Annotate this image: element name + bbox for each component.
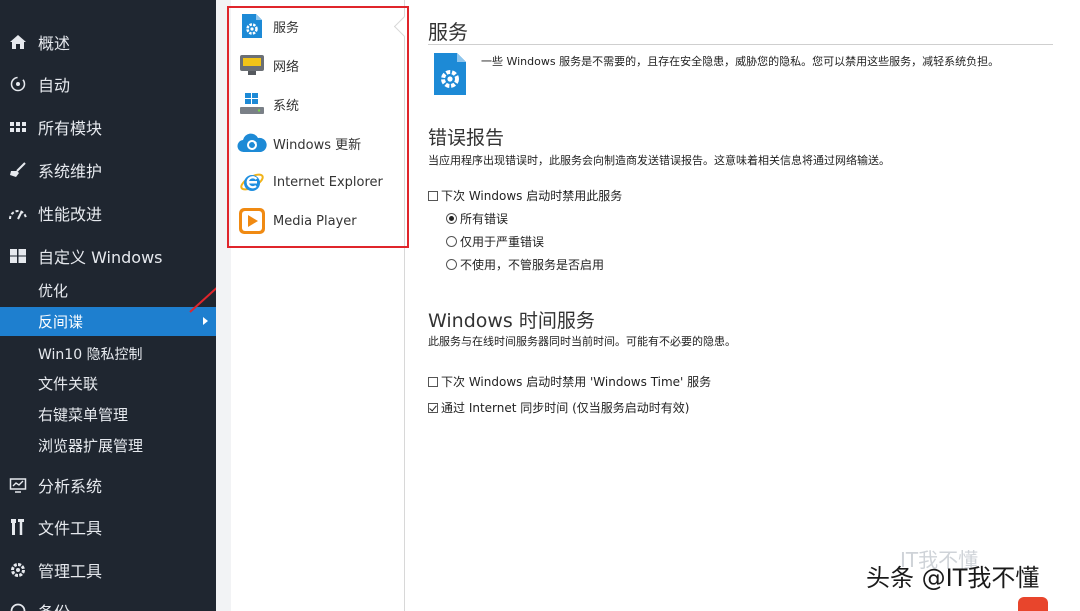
time-service-disable-checkbox[interactable]: 下次 Windows 启动时禁用 'Windows Time' 服务: [428, 373, 711, 390]
time-service-title: Windows 时间服务: [428, 310, 595, 332]
checkbox-box: [428, 190, 438, 201]
radio-never[interactable]: 不使用，不管服务是否启用: [446, 256, 604, 273]
home-icon: [8, 32, 28, 52]
nav-item-customize-windows[interactable]: 自定义 Windows: [0, 238, 216, 274]
nav-item-performance[interactable]: 性能改进: [0, 195, 216, 231]
nav-item-analyze[interactable]: 分析系统: [0, 467, 216, 503]
checkbox-label: 下次 Windows 启动时禁用 'Windows Time' 服务: [441, 375, 712, 389]
subnav-item-context-menu[interactable]: 右键菜单管理: [0, 400, 216, 429]
subnav-item-label: 反间谍: [38, 313, 84, 331]
nav-item-overview[interactable]: 概述: [0, 24, 216, 60]
annotation-highlight-box: [227, 6, 409, 248]
nav-item-label: 性能改进: [38, 205, 103, 224]
nav-item-label: 概述: [38, 34, 71, 53]
subnav-item-file-assoc[interactable]: 文件关联: [0, 369, 216, 398]
checkbox-box: [428, 402, 438, 413]
logo-badge-icon: [1018, 597, 1048, 611]
subnav-item-label: Win10 隐私控制: [38, 346, 143, 363]
grid-icon: [8, 117, 28, 137]
analyze-icon: [8, 475, 28, 495]
nav-item-auto[interactable]: 自动: [0, 66, 216, 102]
page-title: 服务: [428, 20, 468, 44]
error-report-disable-checkbox[interactable]: 下次 Windows 启动时禁用此服务: [428, 187, 622, 204]
subnav-item-browser-ext[interactable]: 浏览器扩展管理: [0, 431, 216, 460]
subnav-item-antispy[interactable]: 反间谍: [0, 307, 216, 336]
nav-item-label: 自动: [38, 76, 71, 95]
nav-item-label: 所有模块: [38, 119, 103, 138]
nav-item-label: 自定义 Windows: [38, 248, 163, 267]
radio-label: 不使用，不管服务是否启用: [460, 258, 605, 272]
content-pane: 服务 一些 Windows 服务是不需要的，且存在安全隐患，威胁您的隐私。您可以…: [428, 0, 1068, 611]
radio-all-errors[interactable]: 所有错误: [446, 210, 508, 227]
radio-label: 仅用于严重错误: [460, 235, 545, 249]
speed-icon: [8, 203, 28, 223]
watermark: 头条 @IT我不懂: [866, 564, 1040, 592]
error-report-desc: 当应用程序出现错误时，此服务会向制造商发送错误报告。这意味着相关信息将通过网络输…: [428, 154, 890, 167]
nav-item-label: 系统维护: [38, 162, 103, 181]
checkbox-box: [428, 376, 438, 387]
sidebar: 概述 自动 所有模块 系统维护 性能改进 自定义 Windows 优化 反间谍: [0, 0, 216, 611]
checkbox-label: 通过 Internet 同步时间 (仅当服务启动时有效): [441, 401, 690, 415]
radio-dot: [446, 236, 457, 247]
time-sync-checkbox[interactable]: 通过 Internet 同步时间 (仅当服务启动时有效): [428, 399, 689, 416]
radio-dot: [446, 259, 457, 270]
tools-icon: [8, 517, 28, 537]
error-report-title: 错误报告: [428, 127, 505, 149]
subnav-item-optimize[interactable]: 优化: [0, 276, 216, 305]
subnav-item-label: 文件关联: [38, 375, 99, 393]
sidebar-top-strip: [0, 0, 216, 6]
radio-critical-errors[interactable]: 仅用于严重错误: [446, 233, 544, 250]
time-service-desc: 此服务与在线时间服务器同时当前时间。可能有不必要的隐患。: [428, 335, 736, 348]
nav-item-backup[interactable]: 备份: [0, 593, 216, 611]
nav-item-label: 备份: [38, 599, 70, 611]
subnav-item-label: 优化: [38, 282, 69, 300]
backup-icon: [8, 601, 28, 611]
radio-label: 所有错误: [460, 212, 509, 226]
radio-dot: [446, 213, 457, 224]
windows-icon: [8, 246, 28, 266]
checkbox-label: 下次 Windows 启动时禁用此服务: [441, 189, 623, 203]
nav-item-label: 分析系统: [38, 477, 103, 496]
auto-icon: [8, 74, 28, 94]
nav-item-all-modules[interactable]: 所有模块: [0, 109, 216, 145]
nav-item-admin-tools[interactable]: 管理工具: [0, 552, 216, 588]
gear-icon: [8, 560, 28, 580]
intro-text: 一些 Windows 服务是不需要的，且存在安全隐患，威胁您的隐私。您可以禁用这…: [481, 55, 1000, 68]
title-divider: [428, 44, 1053, 45]
nav-item-label: 文件工具: [38, 519, 103, 538]
service-large-icon: [433, 52, 467, 100]
nav-item-maintenance[interactable]: 系统维护: [0, 152, 216, 188]
broom-icon: [8, 160, 28, 180]
subnav-item-privacy[interactable]: Win10 隐私控制: [0, 339, 216, 368]
nav-item-label: 管理工具: [38, 562, 103, 581]
subnav-item-label: 浏览器扩展管理: [38, 437, 144, 455]
caret-right-icon: [203, 317, 208, 325]
nav-item-file-tools[interactable]: 文件工具: [0, 509, 216, 545]
subnav-item-label: 右键菜单管理: [38, 406, 129, 424]
